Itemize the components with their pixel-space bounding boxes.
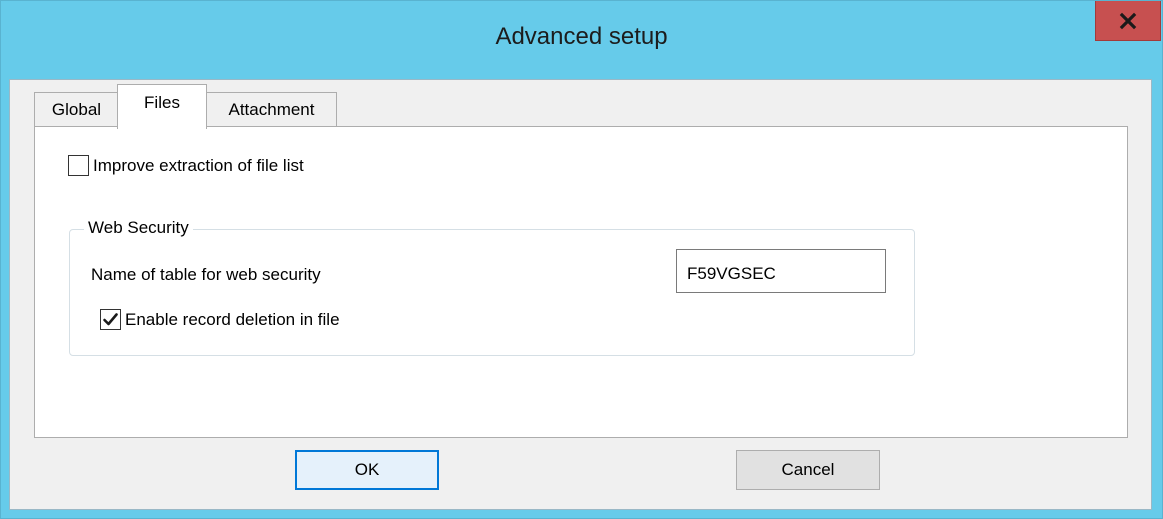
table-name-label: Name of table for web security	[91, 265, 321, 284]
tab-files[interactable]: Files	[117, 84, 207, 129]
title-bar[interactable]: Advanced setup	[1, 1, 1162, 79]
improve-extraction-label: Improve extraction of file list	[93, 156, 304, 175]
dialog-body: Global Files Attachment Improve extracti…	[9, 79, 1152, 510]
tab-label: Files	[144, 93, 180, 112]
group-legend: Web Security	[84, 218, 193, 238]
ok-label: OK	[354, 460, 380, 479]
tab-global[interactable]: Global	[34, 92, 119, 127]
tab-label: Global	[51, 100, 102, 119]
tab-attachment[interactable]: Attachment	[206, 92, 337, 127]
ok-button[interactable]: OK	[295, 450, 439, 490]
cancel-button[interactable]: Cancel	[736, 450, 880, 490]
close-button[interactable]	[1095, 1, 1161, 41]
tab-label: Attachment	[228, 100, 315, 119]
close-icon	[1119, 12, 1137, 29]
cancel-label: Cancel	[781, 460, 835, 479]
advanced-setup-dialog: Advanced setup Global Files Attachment I…	[0, 0, 1163, 519]
improve-extraction-checkbox[interactable]	[68, 155, 89, 176]
files-tab-panel: Improve extraction of file list Web Secu…	[34, 126, 1128, 438]
table-name-input[interactable]	[676, 249, 886, 293]
enable-deletion-label: Enable record deletion in file	[125, 310, 340, 329]
dialog-title: Advanced setup	[495, 23, 668, 50]
checkmark-icon	[103, 313, 118, 326]
enable-deletion-checkbox[interactable]	[100, 309, 121, 330]
